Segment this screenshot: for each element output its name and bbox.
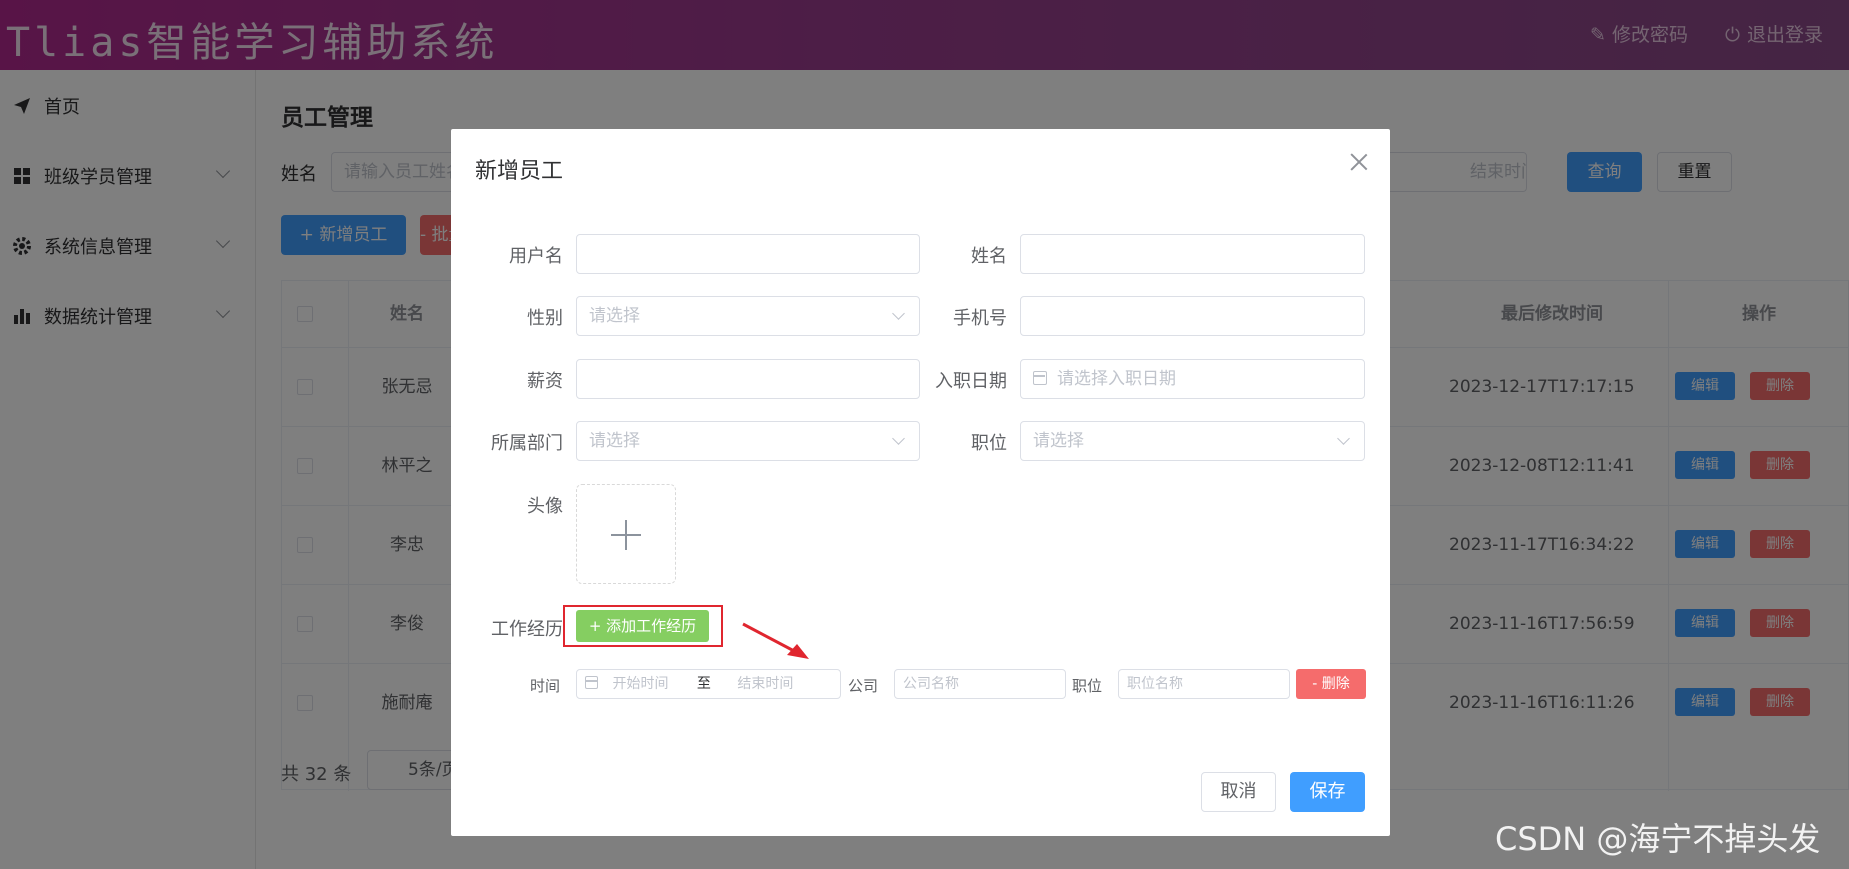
department-label: 所属部门 — [491, 433, 563, 454]
phone-label: 手机号 — [953, 308, 1007, 329]
exp-company-input[interactable]: 公司名称 — [894, 669, 1066, 699]
chevron-down-icon — [892, 432, 905, 445]
entry-date-placeholder: 请选择入职日期 — [1057, 369, 1176, 389]
exp-company-label: 公司 — [848, 677, 879, 695]
exp-time-label: 时间 — [530, 677, 561, 695]
save-button[interactable]: 保存 — [1290, 772, 1365, 812]
username-label: 用户名 — [509, 246, 563, 267]
exp-position-input[interactable]: 职位名称 — [1118, 669, 1290, 699]
salary-input[interactable] — [576, 359, 920, 399]
calendar-icon — [1033, 371, 1047, 385]
exp-start-placeholder: 开始时间 — [612, 676, 669, 692]
calendar-icon — [585, 676, 598, 689]
dialog-title: 新增员工 — [475, 159, 564, 184]
position-label: 职位 — [971, 433, 1007, 454]
watermark: CSDN @海宁不掉头发 — [1495, 820, 1821, 858]
entry-date-picker[interactable]: 请选择入职日期 — [1020, 359, 1365, 399]
position-placeholder: 请选择 — [1033, 431, 1084, 451]
name-input[interactable] — [1020, 234, 1365, 274]
avatar-label: 头像 — [527, 496, 563, 517]
avatar-uploader[interactable] — [576, 484, 676, 584]
phone-input[interactable] — [1020, 296, 1365, 336]
exp-position-label: 职位 — [1072, 677, 1103, 695]
gender-label: 性别 — [527, 308, 563, 329]
name-label: 姓名 — [971, 246, 1007, 267]
position-select[interactable]: 请选择 — [1020, 421, 1365, 461]
add-employee-dialog: 新增员工 用户名 姓名 性别 请选择 手机号 薪资 入职日期 请选择入职日期 所… — [451, 129, 1390, 836]
exp-end-placeholder: 结束时间 — [737, 676, 794, 692]
gender-select[interactable]: 请选择 — [576, 296, 920, 336]
exp-range-separator: 至 — [696, 676, 711, 692]
chevron-down-icon — [1337, 432, 1350, 445]
gender-placeholder: 请选择 — [589, 306, 640, 326]
department-placeholder: 请选择 — [589, 431, 640, 451]
entry-date-label: 入职日期 — [935, 371, 1007, 392]
username-input[interactable] — [576, 234, 920, 274]
close-icon[interactable] — [1350, 153, 1368, 171]
department-select[interactable]: 请选择 — [576, 421, 920, 461]
add-work-history-button[interactable]: + 添加工作经历 — [576, 610, 709, 642]
chevron-down-icon — [892, 307, 905, 320]
work-history-label: 工作经历 — [491, 619, 563, 640]
exp-date-range[interactable]: 开始时间 至 结束时间 — [576, 669, 841, 699]
salary-label: 薪资 — [527, 371, 563, 392]
remove-experience-button[interactable]: - 删除 — [1296, 669, 1366, 699]
cancel-button[interactable]: 取消 — [1201, 772, 1276, 812]
red-arrow-annotation — [742, 622, 809, 659]
